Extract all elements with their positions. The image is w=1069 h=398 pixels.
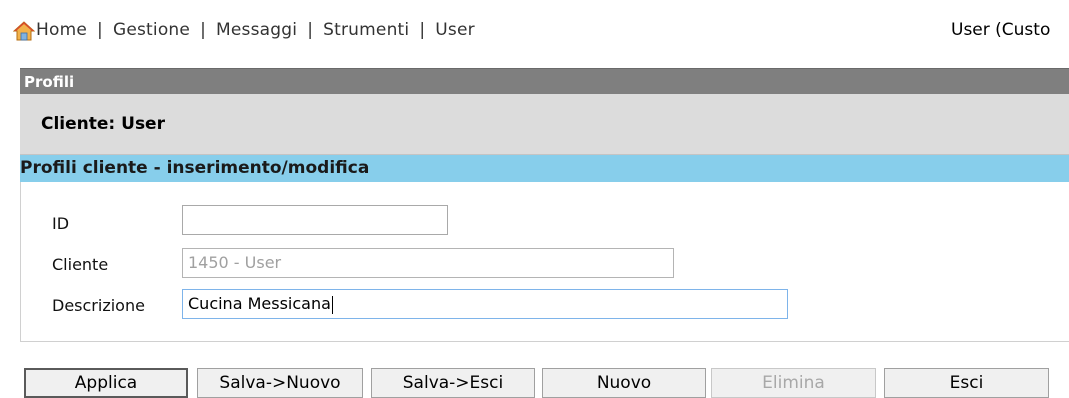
text-caret — [331, 295, 333, 314]
nav-user-link[interactable]: User — [435, 20, 475, 40]
cliente-field: 1450 - User — [182, 248, 674, 278]
home-icon[interactable] — [13, 21, 35, 41]
id-field[interactable] — [182, 205, 448, 235]
descrizione-label: Descrizione — [52, 296, 145, 315]
id-label: ID — [52, 214, 70, 233]
descrizione-value: Cucina Messicana — [188, 294, 331, 313]
nav-separator: | — [200, 20, 207, 40]
nav-home-link[interactable]: Home — [36, 20, 87, 40]
nav-links: Home | Gestione | Messaggi | Strumenti | User — [36, 20, 475, 40]
panel-title: Profili — [20, 68, 1069, 95]
nav-messaggi-link[interactable]: Messaggi — [216, 20, 297, 40]
nav-separator: | — [307, 20, 314, 40]
top-navigation: Home | Gestione | Messaggi | Strumenti | User Us… — [0, 0, 1069, 62]
nav-strumenti-link[interactable]: Strumenti — [323, 20, 409, 40]
nav-separator: | — [97, 20, 103, 40]
current-user-info: User (Custo — [951, 20, 1051, 40]
descrizione-field[interactable]: Cucina Messicana — [182, 289, 788, 319]
cliente-label: Cliente: User — [41, 114, 165, 134]
nav-separator: | — [419, 20, 426, 40]
cliente-field-label: Cliente — [52, 255, 109, 274]
nav-gestione-link[interactable]: Gestione — [113, 20, 190, 40]
cliente-bar: Cliente: User — [20, 94, 1069, 155]
section-title: Profili cliente - inserimento/modifica — [20, 155, 1069, 182]
